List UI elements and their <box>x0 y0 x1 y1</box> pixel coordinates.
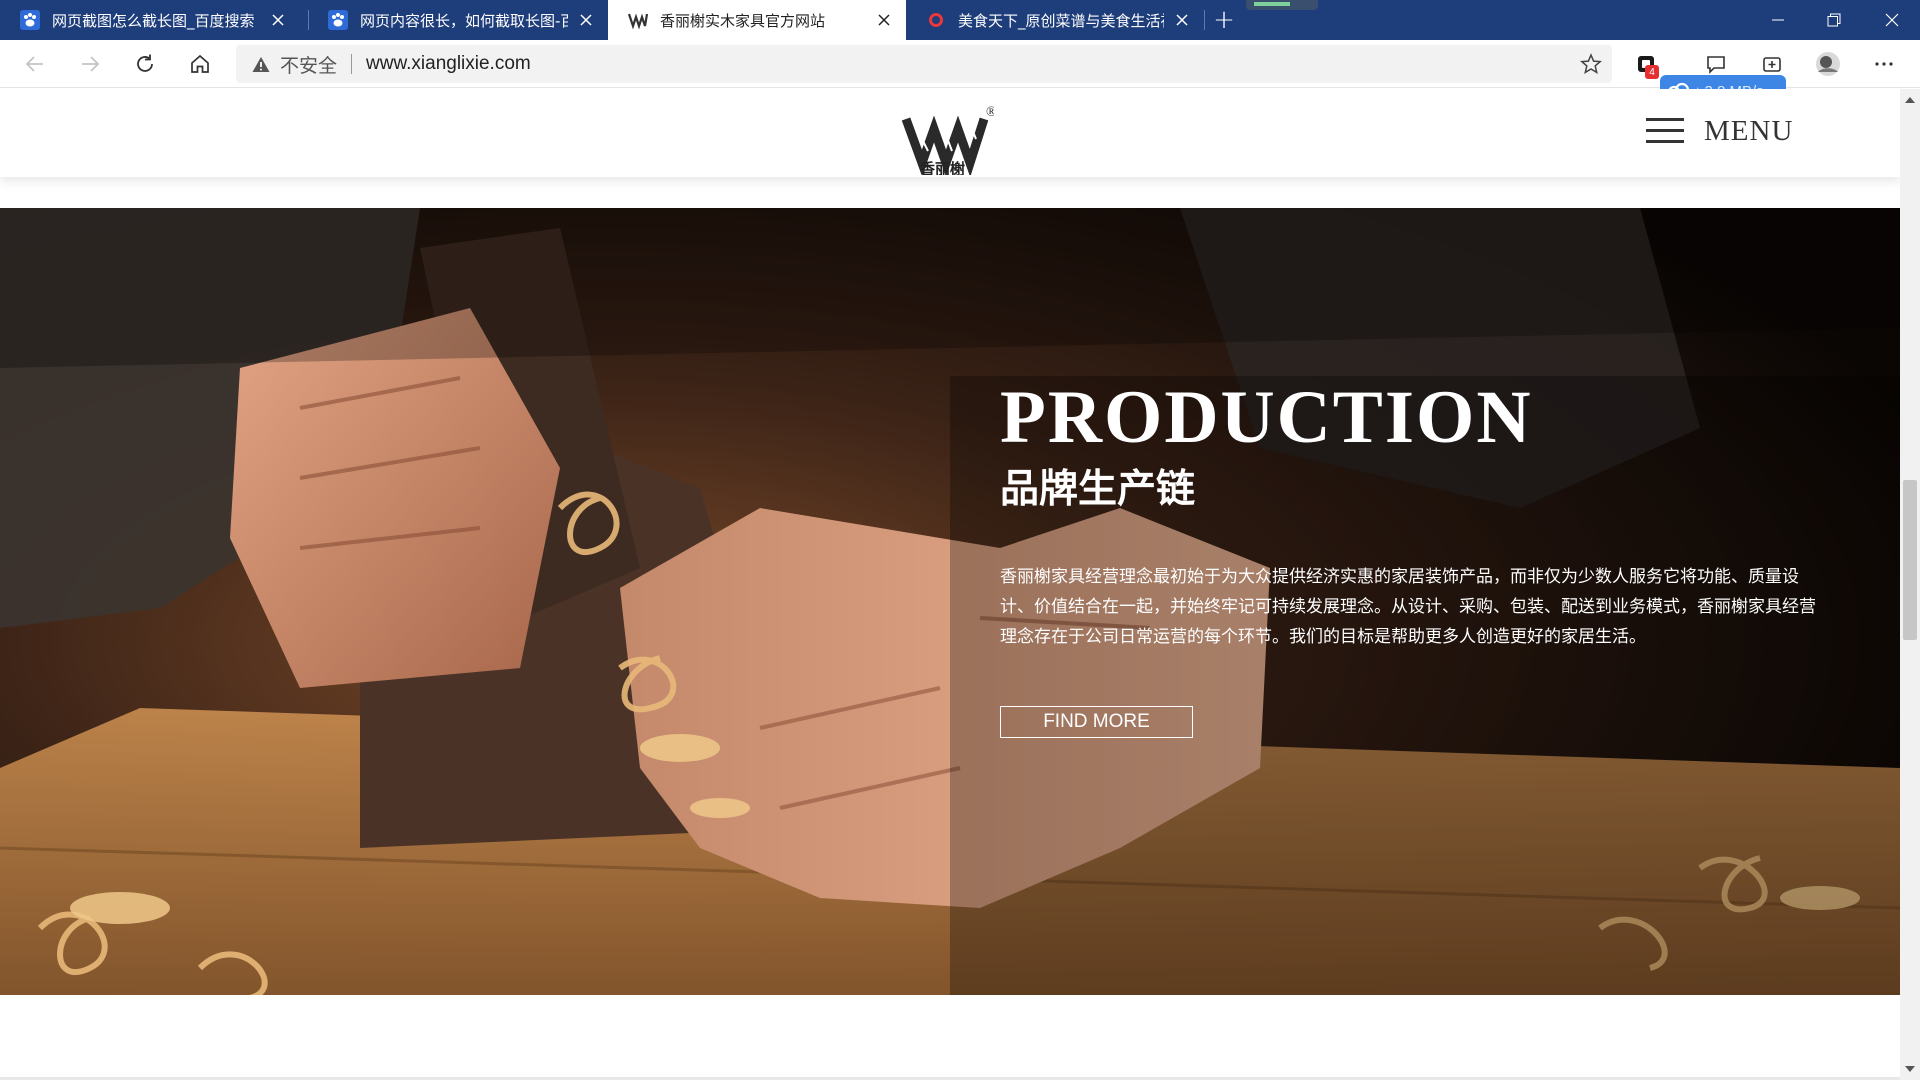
close-icon[interactable] <box>874 10 894 30</box>
avatar-icon <box>1816 52 1840 76</box>
close-window-button[interactable] <box>1864 0 1920 40</box>
home-icon <box>191 54 209 73</box>
security-label[interactable]: 不安全 <box>280 51 337 78</box>
hero-description: 香丽榭家具经营理念最初始于为大众提供经济实惠的家居装饰产品，而非仅为少数人服务它… <box>1000 566 1816 647</box>
refresh-icon <box>137 54 153 72</box>
back-button[interactable] <box>15 44 55 84</box>
tab-xianglixie[interactable]: 香丽榭实木家具官方网站 <box>608 0 906 40</box>
meishi-ring-icon <box>926 10 946 30</box>
minimize-icon <box>1772 19 1784 21</box>
close-icon[interactable] <box>268 10 288 30</box>
svg-text:香丽榭: 香丽榭 <box>920 160 965 175</box>
site-logo[interactable]: ® 香丽榭 <box>898 99 997 178</box>
baidu-paw-icon <box>328 10 348 30</box>
window-thumbnail <box>1246 0 1318 10</box>
profile-button[interactable] <box>1808 44 1848 84</box>
close-icon <box>1885 13 1899 27</box>
hero-content: PRODUCTION 品牌生产链 香丽榭家具经营理念最初始于为大众提供经济实惠的… <box>1000 380 1830 738</box>
tab-meishi[interactable]: 美食天下_原创菜谱与美食生活社 <box>906 0 1204 40</box>
tab-title: 网页内容很长，如何截取长图-百 <box>360 11 568 30</box>
collections-icon <box>1763 57 1781 72</box>
xianglixie-logo-icon <box>628 10 648 30</box>
more-dots-icon <box>1875 62 1893 66</box>
tab-baidu-search[interactable]: 网页截图怎么截长图_百度搜索 <box>0 0 300 40</box>
restore-icon <box>1827 13 1841 27</box>
tab-title: 美食天下_原创菜谱与美食生活社 <box>958 11 1164 30</box>
hero-banner: PRODUCTION 品牌生产链 香丽榭家具经营理念最初始于为大众提供经济实惠的… <box>0 208 1900 995</box>
scroll-down-arrow-icon[interactable] <box>1905 1066 1915 1072</box>
browser-toolbar: 不安全 www.xianglixie.com 4 ↓ 3.8 MB/s <box>0 40 1920 107</box>
scroll-up-arrow-icon[interactable] <box>1905 97 1915 103</box>
hero-subtitle: 品牌生产链 <box>1000 467 1196 512</box>
restore-button[interactable] <box>1806 0 1862 40</box>
hero-title: PRODUCTION <box>1000 376 1533 459</box>
back-arrow-icon <box>25 56 43 72</box>
scrollbar-thumb[interactable] <box>1903 480 1917 640</box>
find-more-button[interactable]: FIND MORE <box>1000 705 1193 738</box>
minimize-button[interactable] <box>1750 0 1806 40</box>
url-text[interactable]: www.xianglixie.com <box>366 53 531 75</box>
notification-badge: 4 <box>1645 65 1659 79</box>
tab-strip: 网页截图怎么截长图_百度搜索 网页内容很长，如何截取长图-百 香丽榭实木家具官方… <box>0 0 1920 40</box>
tab-long-screenshot[interactable]: 网页内容很长，如何截取长图-百 <box>308 0 608 40</box>
refresh-button[interactable] <box>125 44 165 84</box>
menu-label: MENU <box>1704 114 1794 147</box>
feedback-icon <box>1707 56 1725 74</box>
favorite-star-icon[interactable] <box>1579 53 1603 79</box>
home-button[interactable] <box>180 44 220 84</box>
close-icon[interactable] <box>576 10 596 30</box>
warning-triangle-icon[interactable] <box>252 56 272 73</box>
forward-button[interactable] <box>70 44 110 84</box>
page-viewport: ® 香丽榭 MENU PRODUCTION 品牌生产链 香丽榭家具经营理念最初始… <box>0 89 1900 1080</box>
divider <box>351 54 353 74</box>
settings-more-button[interactable] <box>1864 44 1904 84</box>
site-header: ® 香丽榭 MENU <box>0 89 1900 178</box>
tab-title: 香丽榭实木家具官方网站 <box>660 11 826 30</box>
close-icon[interactable] <box>1172 10 1192 30</box>
tab-separator <box>1204 10 1205 30</box>
new-tab-button[interactable]: + <box>1208 0 1240 40</box>
tab-title: 网页截图怎么截长图_百度搜索 <box>52 11 255 30</box>
forward-arrow-icon <box>82 56 100 72</box>
address-bar[interactable]: 不安全 www.xianglixie.com <box>236 45 1612 83</box>
hamburger-icon <box>1646 118 1684 144</box>
menu-button[interactable]: MENU <box>1646 111 1793 151</box>
page-scrollbar[interactable] <box>1900 89 1920 1080</box>
svg-text:®: ® <box>986 105 994 120</box>
baidu-paw-icon <box>20 10 40 30</box>
